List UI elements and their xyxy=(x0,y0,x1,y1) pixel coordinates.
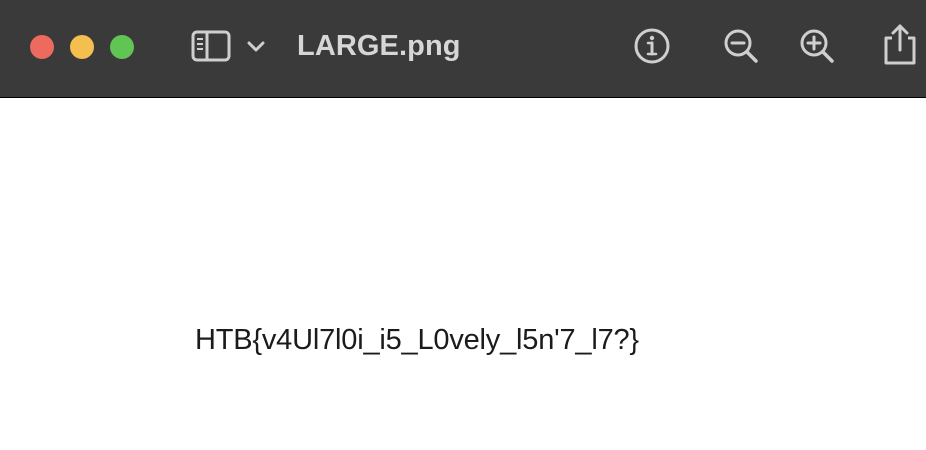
preview-window: LARGE.png HTB{v4Ul7l0i_i5_L0vely_l5n'7_l… xyxy=(0,0,926,450)
sidebar-toggle-icon[interactable] xyxy=(191,30,233,62)
image-canvas: HTB{v4Ul7l0i_i5_L0vely_l5n'7_l7?} xyxy=(0,98,926,450)
minimize-button[interactable] xyxy=(70,35,94,59)
title-bar: LARGE.png xyxy=(0,0,926,98)
zoom-out-icon[interactable] xyxy=(721,26,761,66)
share-icon[interactable] xyxy=(880,22,920,66)
chevron-down-icon[interactable] xyxy=(245,35,267,57)
close-button[interactable] xyxy=(30,35,54,59)
zoom-in-icon[interactable] xyxy=(797,26,837,66)
image-text: HTB{v4Ul7l0i_i5_L0vely_l5n'7_l7?} xyxy=(195,324,639,356)
window-title: LARGE.png xyxy=(297,30,461,62)
info-icon[interactable] xyxy=(632,26,672,66)
zoom-button[interactable] xyxy=(110,35,134,59)
